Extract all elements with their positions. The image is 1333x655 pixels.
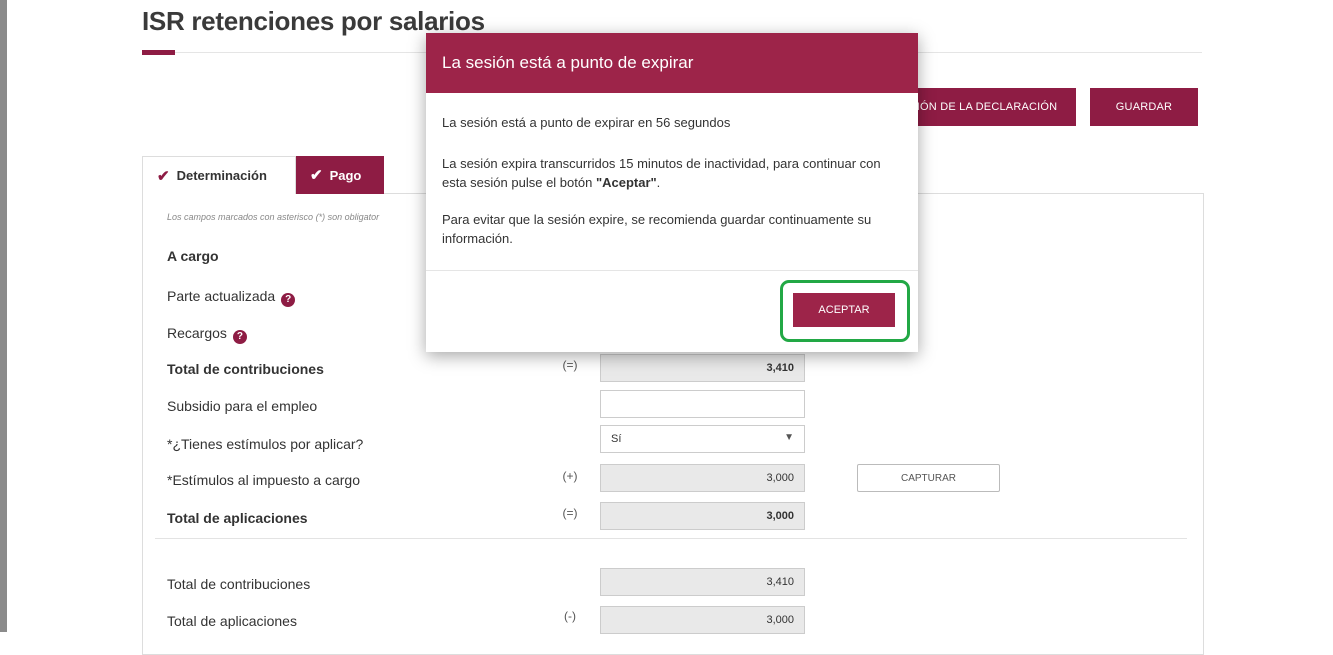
dialog-body: La sesión está a punto de expirar en 56 … [426,93,918,271]
dialog-instructions-end: . [656,175,661,190]
dialog-instructions-text: La sesión expira transcurridos 15 minuto… [442,156,881,190]
dialog-recommendation: Para evitar que la sesión expire, se rec… [442,212,872,246]
accept-highlight-box [780,280,910,342]
dialog-title: La sesión está a punto de expirar [426,33,918,93]
dialog-countdown-text: La sesión está a punto de expirar en 56 … [442,115,731,130]
dialog-instructions-bold: "Aceptar" [595,175,657,190]
dialog-instructions: La sesión expira transcurridos 15 minuto… [442,154,902,192]
